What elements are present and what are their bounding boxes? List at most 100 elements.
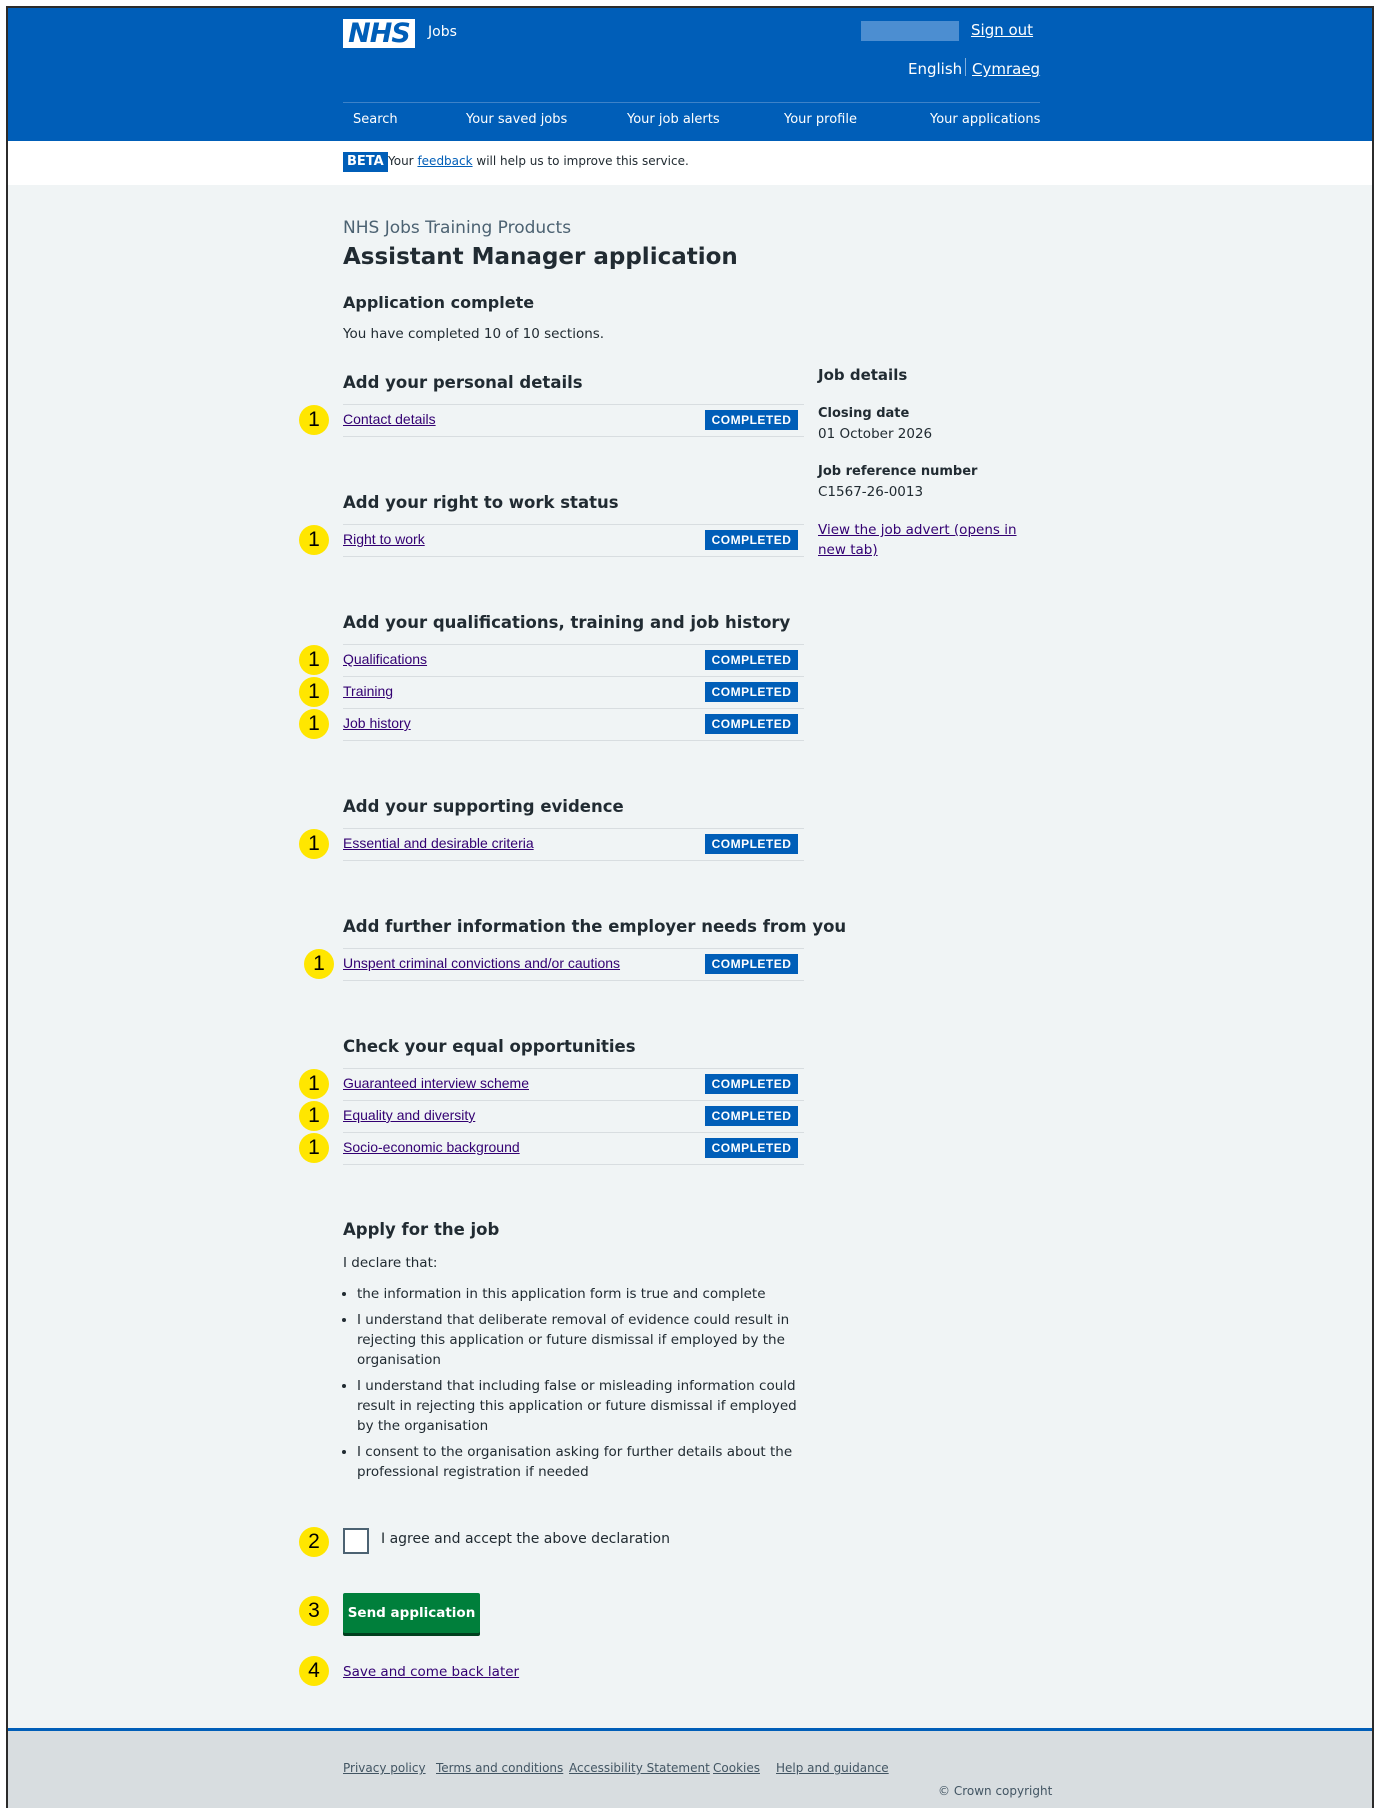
footer-terms-link[interactable]: Terms and conditions xyxy=(436,1761,563,1775)
declaration-item: I understand that including false or mis… xyxy=(357,1376,817,1436)
progress-text: You have completed 10 of 10 sections. xyxy=(343,326,605,342)
row-divider xyxy=(343,404,804,405)
row-divider xyxy=(343,436,804,437)
row-divider xyxy=(343,980,804,981)
closing-date-value: 01 October 2026 xyxy=(818,426,933,442)
row-divider xyxy=(343,676,804,677)
task-link-training[interactable]: Training xyxy=(343,683,393,699)
declaration-checkbox-label[interactable]: I agree and accept the above declaration xyxy=(381,1531,670,1547)
marker-badge: 1 xyxy=(299,677,329,707)
apply-heading: Apply for the job xyxy=(343,1220,500,1239)
marker-badge: 3 xyxy=(299,1596,329,1626)
closing-date-label: Closing date xyxy=(818,406,910,421)
task-link-contact-details[interactable]: Contact details xyxy=(343,411,436,427)
feedback-link[interactable]: feedback xyxy=(417,154,472,168)
nav-profile[interactable]: Your profile xyxy=(784,112,857,127)
declaration-item: I understand that deliberate removal of … xyxy=(357,1310,817,1370)
language-separator xyxy=(965,58,966,76)
language-english: English xyxy=(908,60,963,78)
footer-privacy-link[interactable]: Privacy policy xyxy=(343,1761,426,1775)
task-link-socio-economic[interactable]: Socio-economic background xyxy=(343,1139,520,1155)
user-name-redacted xyxy=(861,21,959,41)
section-heading-supporting-evidence: Add your supporting evidence xyxy=(343,797,624,816)
nav-applications[interactable]: Your applications xyxy=(930,112,1040,127)
service-name[interactable]: Jobs xyxy=(428,24,457,40)
status-tag: COMPLETED xyxy=(705,1106,798,1126)
footer-cookies-link[interactable]: Cookies xyxy=(713,1761,760,1775)
beta-text: Your feedback will help us to improve th… xyxy=(388,154,689,168)
row-divider xyxy=(343,1132,804,1133)
send-application-button[interactable]: Send application xyxy=(343,1593,480,1633)
copyright-text: © Crown copyright xyxy=(938,1784,1053,1798)
declaration-intro: I declare that: xyxy=(343,1255,438,1271)
marker-badge: 1 xyxy=(304,949,334,979)
row-divider xyxy=(343,740,804,741)
row-divider xyxy=(343,524,804,525)
nav-search[interactable]: Search xyxy=(353,112,398,127)
section-heading-further-information: Add further information the employer nee… xyxy=(343,917,847,936)
declaration-checkbox[interactable] xyxy=(343,1528,369,1554)
footer-accessibility-link[interactable]: Accessibility Statement xyxy=(569,1761,710,1775)
status-tag: COMPLETED xyxy=(705,1138,798,1158)
section-heading-qualifications: Add your qualifications, training and jo… xyxy=(343,613,791,632)
job-reference-label: Job reference number xyxy=(818,464,978,479)
page-frame: NHS Jobs Sign out English Cymraeg Search… xyxy=(6,6,1374,1808)
declaration-item: I consent to the organisation asking for… xyxy=(357,1442,817,1482)
beta-banner xyxy=(8,141,1372,185)
row-divider xyxy=(343,860,804,861)
task-link-right-to-work[interactable]: Right to work xyxy=(343,531,425,547)
task-link-qualifications[interactable]: Qualifications xyxy=(343,651,427,667)
beta-tag: BETA xyxy=(343,152,388,172)
nhs-logo[interactable]: NHS xyxy=(343,19,415,48)
marker-badge: 1 xyxy=(299,1101,329,1131)
task-link-equality-diversity[interactable]: Equality and diversity xyxy=(343,1107,475,1123)
nav-saved-jobs[interactable]: Your saved jobs xyxy=(466,112,567,127)
row-divider xyxy=(343,828,804,829)
marker-badge: 1 xyxy=(299,829,329,859)
sign-out-link[interactable]: Sign out xyxy=(971,21,1033,39)
status-heading: Application complete xyxy=(343,293,535,312)
job-details-heading: Job details xyxy=(818,366,908,384)
row-divider xyxy=(343,1164,804,1165)
declaration-item: the information in this application form… xyxy=(357,1284,817,1304)
page-title: Assistant Manager application xyxy=(343,244,738,270)
row-divider xyxy=(343,948,804,949)
row-divider xyxy=(343,1068,804,1069)
page-caption: NHS Jobs Training Products xyxy=(343,218,572,238)
task-link-criteria[interactable]: Essential and desirable criteria xyxy=(343,835,534,851)
marker-badge: 1 xyxy=(299,709,329,739)
status-tag: COMPLETED xyxy=(705,834,798,854)
status-tag: COMPLETED xyxy=(705,954,798,974)
declaration-list: the information in this application form… xyxy=(343,1284,817,1488)
status-tag: COMPLETED xyxy=(705,650,798,670)
section-heading-right-to-work: Add your right to work status xyxy=(343,493,619,512)
marker-badge: 1 xyxy=(299,1069,329,1099)
footer-help-link[interactable]: Help and guidance xyxy=(776,1761,889,1775)
row-divider xyxy=(343,556,804,557)
status-tag: COMPLETED xyxy=(705,682,798,702)
marker-badge: 1 xyxy=(299,525,329,555)
language-welsh-link[interactable]: Cymraeg xyxy=(972,60,1040,78)
save-and-come-back-link[interactable]: Save and come back later xyxy=(343,1664,519,1680)
row-divider xyxy=(343,644,804,645)
marker-badge: 1 xyxy=(299,405,329,435)
view-job-advert-link[interactable]: View the job advert (opens in new tab) xyxy=(818,520,1018,560)
marker-badge: 1 xyxy=(299,645,329,675)
task-link-convictions[interactable]: Unspent criminal convictions and/or caut… xyxy=(343,955,620,971)
section-heading-equal-opportunities: Check your equal opportunities xyxy=(343,1037,636,1056)
status-tag: COMPLETED xyxy=(705,714,798,734)
job-reference-value: C1567-26-0013 xyxy=(818,484,924,500)
row-divider xyxy=(343,1100,804,1101)
task-link-interview-scheme[interactable]: Guaranteed interview scheme xyxy=(343,1075,529,1091)
status-tag: COMPLETED xyxy=(705,1074,798,1094)
marker-badge: 1 xyxy=(299,1133,329,1163)
status-tag: COMPLETED xyxy=(705,530,798,550)
status-tag: COMPLETED xyxy=(705,410,798,430)
marker-badge: 4 xyxy=(299,1656,329,1686)
row-divider xyxy=(343,708,804,709)
task-link-job-history[interactable]: Job history xyxy=(343,715,411,731)
nav-job-alerts[interactable]: Your job alerts xyxy=(627,112,720,127)
nav-divider xyxy=(343,102,1040,103)
marker-badge: 2 xyxy=(299,1527,329,1557)
section-heading-personal-details: Add your personal details xyxy=(343,373,583,392)
